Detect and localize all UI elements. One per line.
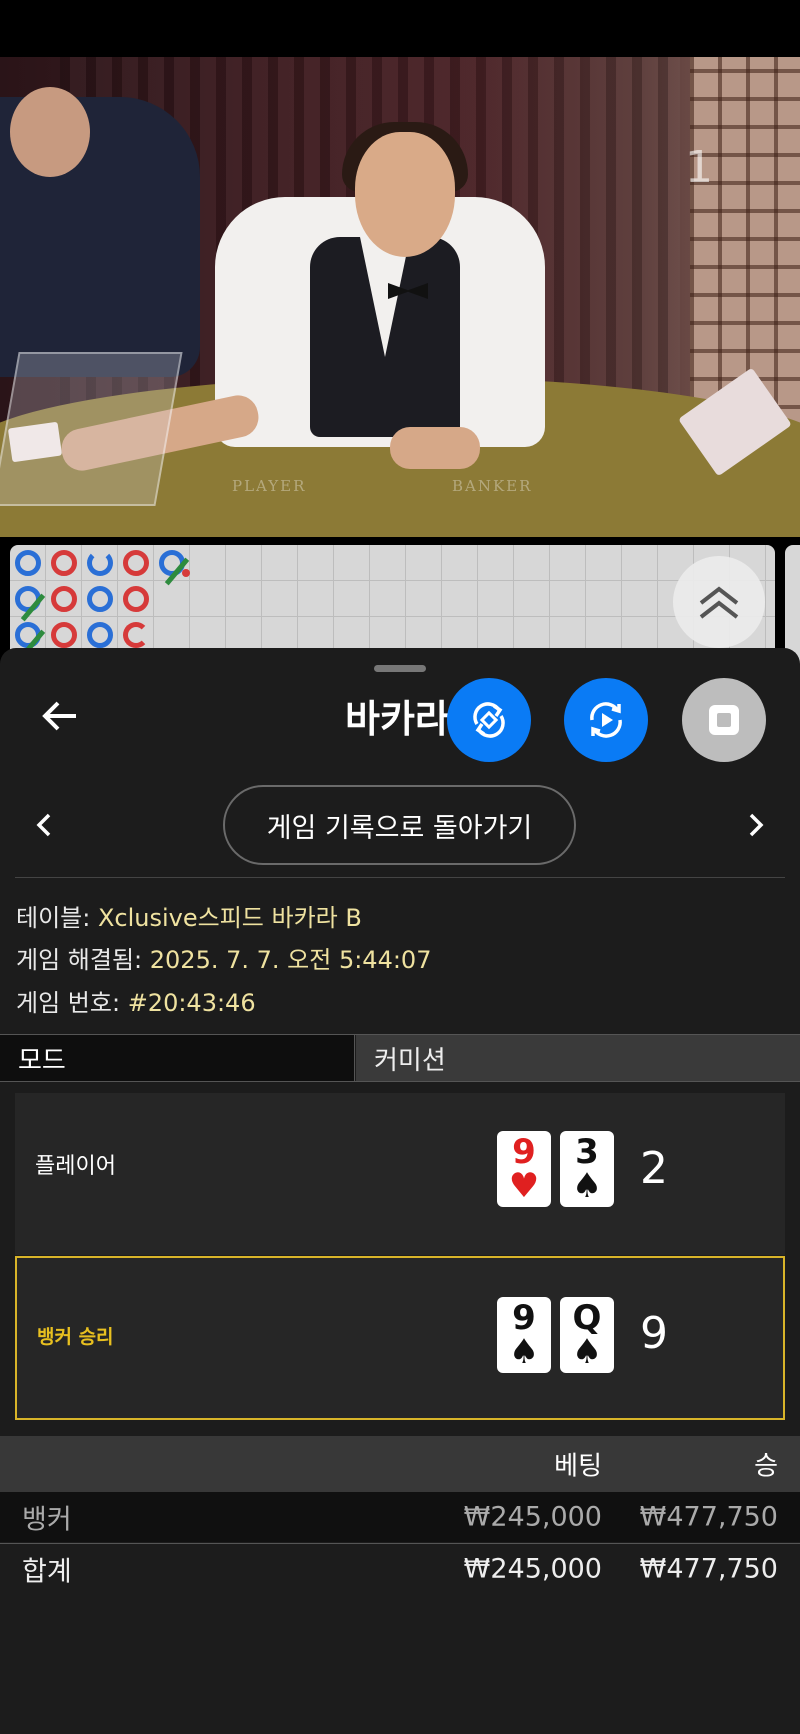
live-video-feed: PLAYER BANKER 1 [0,57,800,537]
banker-pair-dot [182,569,190,577]
table-label: 테이블: [16,904,91,932]
drag-handle[interactable] [374,665,426,672]
replay-button[interactable] [564,678,648,762]
resolved-label: 게임 해결됨: [16,946,143,974]
bet-type: 뱅커 [22,1504,72,1536]
road-bead-player [15,550,41,576]
table-player-label: PLAYER [232,477,307,495]
card-rank: 9 [512,1298,536,1338]
road-bead-banker [123,550,149,576]
total-win: ₩477,750 [639,1553,778,1585]
spade-icon: ♠ [508,1332,540,1372]
back-button[interactable] [40,696,80,736]
divider [15,877,785,878]
total-label: 합계 [22,1556,72,1588]
table-info: 테이블: Xclusive스피드 바카라 B [16,898,362,933]
win-column-header: 승 [754,1451,778,1482]
tab-commission[interactable]: 커미션 [356,1035,800,1081]
return-to-history-button[interactable]: 게임 기록으로 돌아가기 [223,785,576,865]
card-rank: 9 [512,1132,536,1172]
game-number-value: #20:43:46 [127,989,256,1017]
stop-icon [709,705,739,735]
table-value: Xclusive스피드 바카라 B [97,904,362,932]
playing-card: 3 ♠ [560,1131,614,1207]
stop-button[interactable] [682,678,766,762]
previous-game-button[interactable] [30,810,60,840]
table-row: 뱅커 ₩245,000 ₩477,750 [0,1492,800,1542]
bet-column-header: 베팅 [554,1451,602,1482]
arrow-left-icon [42,701,76,731]
card-stack [7,421,63,463]
mode-tabs: 모드 커미션 [0,1034,800,1082]
spade-icon: ♠ [571,1332,603,1372]
road-bead-player-pair [15,622,46,658]
game-number-info: 게임 번호: #20:43:46 [16,983,256,1018]
expand-button[interactable] [673,556,765,648]
total-row: 합계 ₩245,000 ₩477,750 [0,1543,800,1594]
road-bead-player [87,550,113,576]
total-bet: ₩245,000 [463,1553,602,1585]
game-number-label: 게임 번호: [16,989,121,1017]
road-bead-banker [51,622,77,648]
chevron-left-icon [36,813,51,837]
player-hand: 플레이어 9 ♥ 3 ♠ 2 [15,1093,785,1255]
replay-icon [590,702,622,738]
road-bead-banker [123,622,149,648]
resolved-info: 게임 해결됨: 2025. 7. 7. 오전 5:44:07 [16,940,431,975]
road-bead-player [87,586,113,612]
double-chevron-up-icon [699,586,739,619]
road-bead-banker [51,586,77,612]
playing-card: 9 ♥ [497,1131,551,1207]
road-bead-player-pair [15,586,46,622]
road-bead-banker [51,550,77,576]
round-indicator: 1 [685,142,713,193]
card-rank: Q [572,1298,602,1338]
page-title: 바카라 [345,697,450,741]
road-bead-banker [123,586,149,612]
chevron-right-icon [749,813,764,837]
player-hand-label: 플레이어 [35,1154,116,1179]
resolved-value: 2025. 7. 7. 오전 5:44:07 [149,946,432,974]
card-rank: 3 [575,1132,599,1172]
tab-mode[interactable]: 모드 [0,1035,355,1081]
rotate-icon [473,702,505,738]
playing-card: 9 ♠ [497,1297,551,1373]
road-bead-player [87,622,113,648]
banker-hand: 뱅커 승리 9 ♠ Q ♠ 9 [15,1256,785,1420]
spade-icon: ♠ [571,1166,603,1206]
table-banker-label: BANKER [452,477,533,495]
win-amount: ₩477,750 [639,1501,778,1533]
next-game-button[interactable] [740,810,770,840]
bets-table-header: 베팅 승 [0,1436,800,1492]
playing-card: Q ♠ [560,1297,614,1373]
bet-amount: ₩245,000 [463,1501,602,1533]
assistant-dealer [0,87,200,377]
heart-icon: ♥ [508,1166,540,1206]
dealer-arm-right [390,427,480,469]
banker-win-label: 뱅커 승리 [37,1326,114,1348]
banker-score: 9 [640,1308,668,1359]
dealer-face [355,132,455,257]
rotate-button[interactable] [447,678,531,762]
player-score: 2 [640,1143,668,1194]
